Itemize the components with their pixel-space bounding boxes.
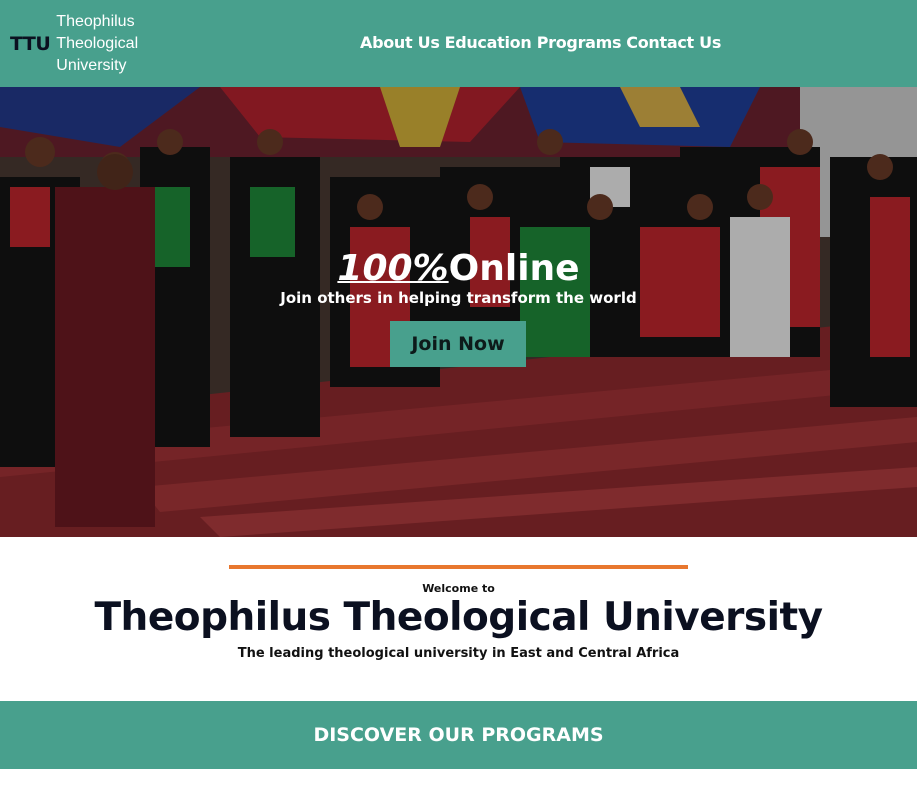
logo-link[interactable]: TTU Theophilus Theological University [10, 10, 138, 78]
accent-divider [229, 565, 688, 569]
discover-programs-bar: DISCOVER OUR PROGRAMS [0, 701, 917, 769]
hero-banner: 100%Online Join others in helping transf… [0, 87, 917, 537]
welcome-label: Welcome to [422, 582, 495, 595]
join-now-button[interactable]: Join Now [390, 321, 526, 367]
welcome-title: Theophilus Theological University [94, 595, 823, 640]
logo-line-1: Theophilus [56, 13, 135, 30]
nav-about-us[interactable]: About Us [360, 33, 440, 52]
hero-title-online: Online [448, 248, 580, 289]
main-nav: About Us Education Programs Contact Us [360, 33, 721, 52]
hero-overlay [0, 87, 917, 537]
site-header: TTU Theophilus Theological University Ab… [0, 0, 917, 87]
hero-title: 100%Online [0, 247, 917, 291]
hero-title-percent: 100% [337, 248, 449, 289]
nav-contact-us[interactable]: Contact Us [626, 33, 721, 52]
welcome-tagline: The leading theological university in Ea… [237, 646, 680, 661]
logo-line-2: Theological [56, 35, 139, 52]
welcome-section: Welcome to Theophilus Theological Univer… [0, 537, 917, 701]
discover-programs-heading: DISCOVER OUR PROGRAMS [313, 724, 604, 746]
logo-line-3: University [56, 57, 127, 74]
logo-mark: TTU [10, 33, 51, 55]
logo-text: Theophilus Theological University [56, 11, 138, 77]
nav-education-programs[interactable]: Education Programs [445, 33, 622, 52]
hero-subtitle: Join others in helping transform the wor… [280, 289, 637, 307]
